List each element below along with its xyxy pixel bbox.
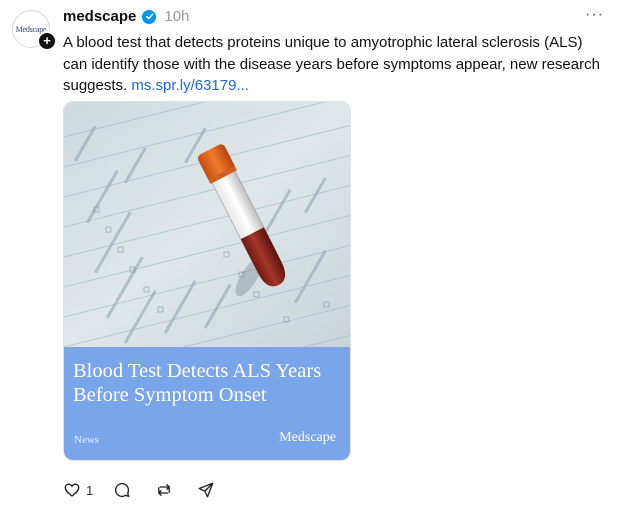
follow-button[interactable]: + <box>37 31 57 51</box>
article-banner: Blood Test Detects ALS Years Before Symp… <box>64 347 350 460</box>
heart-icon <box>64 483 80 497</box>
article-category: News <box>74 434 100 446</box>
post-header: medscape 10h <box>63 8 189 25</box>
like-count: 1 <box>86 482 94 498</box>
comment-icon <box>115 482 130 498</box>
action-bar: 1 <box>63 481 215 499</box>
verified-badge-icon <box>142 9 157 24</box>
reply-button[interactable] <box>113 481 131 499</box>
repost-button[interactable] <box>155 481 173 499</box>
post-timestamp[interactable]: 10h <box>164 8 189 25</box>
link-preview-card[interactable]: Blood Test Detects ALS Years Before Symp… <box>63 101 351 461</box>
repost-icon <box>158 484 171 496</box>
post-link[interactable]: ms.spr.ly/63179... <box>131 77 249 94</box>
article-brand: Medscape <box>279 430 336 445</box>
username[interactable]: medscape <box>63 8 136 25</box>
article-photo <box>64 102 350 347</box>
more-options-button[interactable]: ··· <box>585 6 604 24</box>
post-text: A blood test that detects proteins uniqu… <box>63 32 608 97</box>
like-button[interactable]: 1 <box>63 481 93 499</box>
share-icon <box>198 482 214 498</box>
share-button[interactable] <box>197 481 215 499</box>
article-title: Blood Test Detects ALS Years Before Symp… <box>73 360 322 406</box>
